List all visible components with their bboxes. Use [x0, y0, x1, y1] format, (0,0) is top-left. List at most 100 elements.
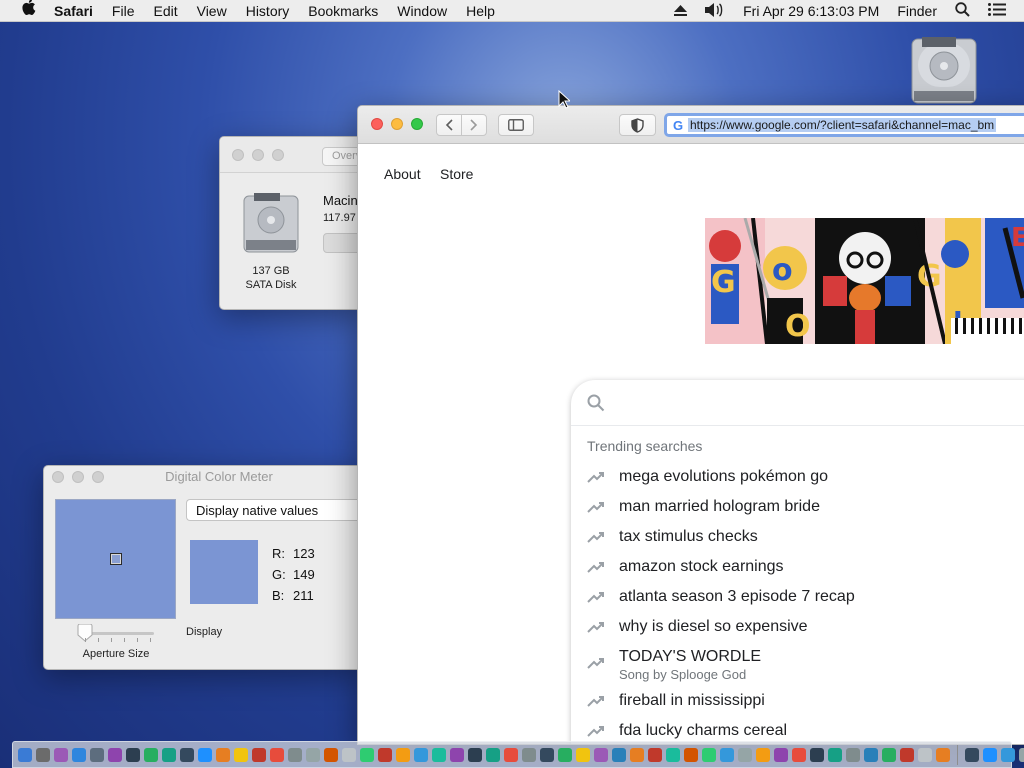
- store-link[interactable]: Store: [440, 166, 473, 182]
- menu-clock[interactable]: Fri Apr 29 6:13:03 PM: [743, 3, 879, 19]
- dock-app-icon[interactable]: [414, 747, 428, 762]
- dock-app-icon[interactable]: [1019, 747, 1024, 762]
- zoom-button[interactable]: [411, 118, 423, 130]
- dock-app-icon[interactable]: [965, 747, 979, 762]
- about-link[interactable]: About: [384, 166, 421, 182]
- dock-app-icon[interactable]: [198, 747, 212, 762]
- dock-app-icon[interactable]: [432, 747, 446, 762]
- menu-window[interactable]: Window: [397, 3, 447, 19]
- dock-app-icon[interactable]: [504, 747, 518, 762]
- dock-app-icon[interactable]: [702, 747, 716, 762]
- dock-app-icon[interactable]: [983, 747, 997, 762]
- dock-app-icon[interactable]: [306, 747, 320, 762]
- dock-app-icon[interactable]: [360, 747, 374, 762]
- dock-app-icon[interactable]: [144, 747, 158, 762]
- menu-help[interactable]: Help: [466, 3, 495, 19]
- close-button[interactable]: [371, 118, 383, 130]
- trending-query: fireball in mississippi: [619, 692, 765, 709]
- spotlight-icon[interactable]: [955, 2, 970, 20]
- address-bar[interactable]: G https://www.google.com/?client=safari&…: [664, 113, 1024, 137]
- dock-app-icon[interactable]: [756, 747, 770, 762]
- address-url[interactable]: https://www.google.com/?client=safari&ch…: [688, 118, 997, 132]
- google-doodle[interactable]: G o O G L: [705, 217, 1024, 345]
- dock-app-icon[interactable]: [666, 747, 680, 762]
- dock-app-icon[interactable]: [540, 747, 554, 762]
- dock-app-icon[interactable]: [18, 747, 32, 762]
- zoom-button[interactable]: [92, 471, 104, 483]
- dock-app-icon[interactable]: [234, 747, 248, 762]
- desktop-hard-disk-icon[interactable]: [908, 33, 980, 105]
- dock-app-icon[interactable]: [162, 747, 176, 762]
- dock-app-icon[interactable]: [252, 747, 266, 762]
- color-mode-select[interactable]: Display native values: [186, 499, 364, 521]
- dock-app-icon[interactable]: [90, 747, 104, 762]
- minimize-button[interactable]: [252, 149, 264, 161]
- dock-app-icon[interactable]: [792, 747, 806, 762]
- minimize-button[interactable]: [391, 118, 403, 130]
- dock-app-icon[interactable]: [738, 747, 752, 762]
- dock-app-icon[interactable]: [486, 747, 500, 762]
- rgb-values: R: 123 G: 149 B: 211: [272, 543, 315, 606]
- apple-icon[interactable]: [19, 0, 39, 22]
- dock-app-icon[interactable]: [828, 747, 842, 762]
- menu-view[interactable]: View: [197, 3, 227, 19]
- dock-app-icon[interactable]: [270, 747, 284, 762]
- dock-app-icon[interactable]: [180, 747, 194, 762]
- dock-app-icon[interactable]: [810, 747, 824, 762]
- privacy-report-button[interactable]: [619, 114, 656, 136]
- search-divider: [571, 425, 1024, 426]
- dock-app-icon[interactable]: [126, 747, 140, 762]
- dock-app-icon[interactable]: [864, 747, 878, 762]
- dock-app-icon[interactable]: [288, 747, 302, 762]
- menu-finder-label[interactable]: Finder: [897, 3, 937, 19]
- dock-app-icon[interactable]: [720, 747, 734, 762]
- dock-app-icon[interactable]: [936, 747, 950, 762]
- dock-app-icon[interactable]: [108, 747, 122, 762]
- menu-history[interactable]: History: [246, 3, 290, 19]
- window-controls: [52, 471, 104, 483]
- volume-icon[interactable]: [705, 2, 725, 20]
- dock-app-icon[interactable]: [576, 747, 590, 762]
- dock-app-icon[interactable]: [450, 747, 464, 762]
- dock-app-icon[interactable]: [648, 747, 662, 762]
- forward-button[interactable]: [461, 114, 487, 136]
- minimize-button[interactable]: [72, 471, 84, 483]
- magnifier-preview: [55, 499, 176, 619]
- dock-app-icon[interactable]: [1001, 747, 1015, 762]
- zoom-button[interactable]: [272, 149, 284, 161]
- dock-app-icon[interactable]: [378, 747, 392, 762]
- menu-app-name[interactable]: Safari: [54, 3, 93, 19]
- menu-file[interactable]: File: [112, 3, 135, 19]
- aperture-size-label: Aperture Size: [82, 648, 150, 660]
- dock-app-icon[interactable]: [558, 747, 572, 762]
- menu-edit[interactable]: Edit: [153, 3, 177, 19]
- dock-app-icon[interactable]: [216, 747, 230, 762]
- disk-size-label: 137 GB SATA Disk: [242, 264, 300, 292]
- menu-bookmarks[interactable]: Bookmarks: [308, 3, 378, 19]
- dock-app-icon[interactable]: [900, 747, 914, 762]
- dock-app-icon[interactable]: [522, 747, 536, 762]
- dock-app-icon[interactable]: [612, 747, 626, 762]
- notification-center-icon[interactable]: [988, 3, 1006, 19]
- dock-app-icon[interactable]: [36, 747, 50, 762]
- dock-app-icon[interactable]: [468, 747, 482, 762]
- dock-app-icon[interactable]: [630, 747, 644, 762]
- dock-app-icon[interactable]: [324, 747, 338, 762]
- dock-app-icon[interactable]: [396, 747, 410, 762]
- sidebar-button[interactable]: [498, 114, 534, 136]
- dock-app-icon[interactable]: [918, 747, 932, 762]
- dock-app-icon[interactable]: [882, 747, 896, 762]
- dock-app-icon[interactable]: [342, 747, 356, 762]
- eject-icon[interactable]: [674, 3, 688, 19]
- close-button[interactable]: [232, 149, 244, 161]
- dock-app-icon[interactable]: [54, 747, 68, 762]
- trending-header: Trending searches: [587, 438, 703, 454]
- dock-app-icon[interactable]: [684, 747, 698, 762]
- dock-app-icon[interactable]: [72, 747, 86, 762]
- dock-app-icon[interactable]: [846, 747, 860, 762]
- dock-app-icon[interactable]: [774, 747, 788, 762]
- search-box[interactable]: Trending searches mega evolutions pokémo…: [571, 380, 1024, 744]
- close-button[interactable]: [52, 471, 64, 483]
- back-button[interactable]: [436, 114, 462, 136]
- dock-app-icon[interactable]: [594, 747, 608, 762]
